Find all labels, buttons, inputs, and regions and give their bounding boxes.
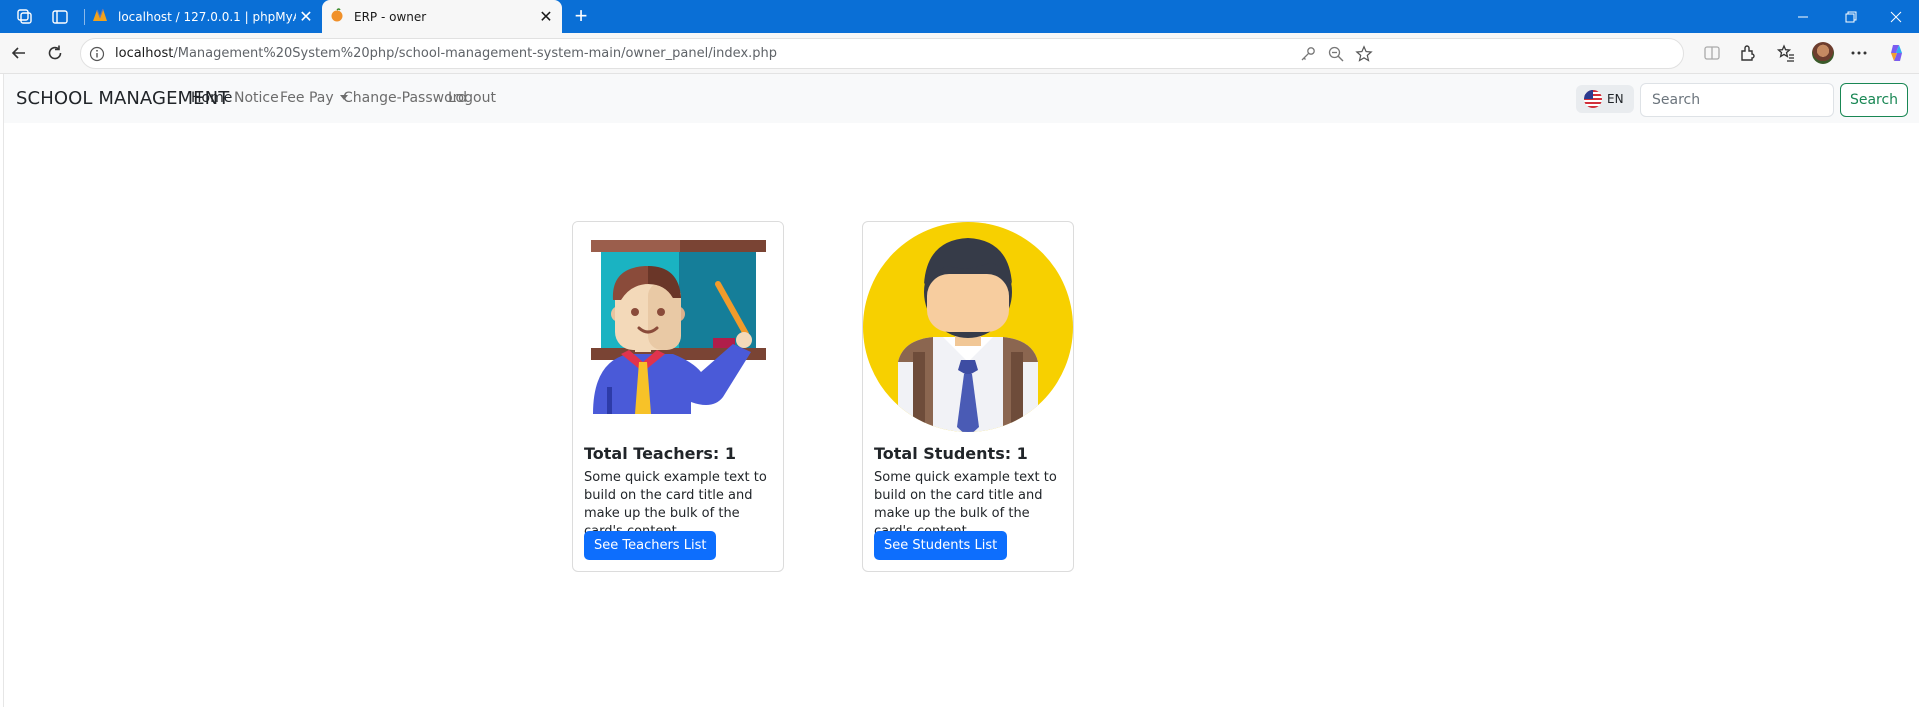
restore-window-icon[interactable] xyxy=(1828,0,1874,33)
copilot-icon[interactable] xyxy=(1887,43,1907,63)
nav-notice[interactable]: Notice xyxy=(234,90,279,106)
url-path: /Management%20System%20php/school-manage… xyxy=(173,46,778,61)
url-host: localhost xyxy=(115,46,174,61)
address-bar[interactable]: localhost/Management%20System%20php/scho… xyxy=(80,38,1684,69)
close-tab-icon[interactable]: ✕ xyxy=(296,7,316,27)
profile-avatar[interactable] xyxy=(1812,42,1834,64)
url-text: localhost/Management%20System%20php/scho… xyxy=(115,46,777,61)
card-title: Total Students: 1 xyxy=(874,444,1028,463)
language-switcher[interactable]: EN xyxy=(1576,85,1634,113)
language-label: EN xyxy=(1607,92,1624,106)
phpmyadmin-favicon-icon xyxy=(92,7,108,26)
refresh-icon[interactable] xyxy=(43,41,67,65)
nav-fee-pay-label: Fee Pay xyxy=(280,90,334,106)
browser-toolbar: localhost/Management%20System%20php/scho… xyxy=(0,33,1919,74)
students-card: Total Students: 1 Some quick example tex… xyxy=(862,221,1074,572)
card-title: Total Teachers: 1 xyxy=(584,444,736,463)
teacher-illustration xyxy=(573,222,783,432)
see-students-list-button[interactable]: See Students List xyxy=(874,531,1008,560)
favorite-star-icon[interactable] xyxy=(1355,45,1373,63)
student-illustration xyxy=(863,222,1073,432)
new-tab-icon[interactable]: + xyxy=(568,3,594,29)
nav-home[interactable]: Home xyxy=(191,90,232,106)
nav-fee-pay[interactable]: Fee Pay xyxy=(280,90,348,106)
erp-favicon-icon xyxy=(330,8,344,25)
more-options-icon[interactable] xyxy=(1849,43,1869,63)
workspaces-icon[interactable] xyxy=(13,6,35,28)
nav-logout[interactable]: Logout xyxy=(448,90,496,106)
search-button[interactable]: Search xyxy=(1840,83,1908,117)
site-info-icon[interactable] xyxy=(89,46,105,62)
tab-phpmyadmin[interactable]: localhost / 127.0.0.1 | phpMyAdmin ✕ xyxy=(84,0,322,33)
back-icon[interactable] xyxy=(7,41,31,65)
key-icon[interactable] xyxy=(1299,45,1317,63)
teachers-card: Total Teachers: 1 Some quick example tex… xyxy=(572,221,784,572)
zoom-icon[interactable] xyxy=(1327,45,1345,63)
close-window-icon[interactable] xyxy=(1873,0,1919,33)
extensions-icon[interactable] xyxy=(1738,43,1758,63)
favorites-icon[interactable] xyxy=(1776,43,1796,63)
close-tab-icon[interactable]: ✕ xyxy=(536,7,556,27)
us-flag-icon xyxy=(1584,90,1602,108)
navbar: SCHOOL MANAGEMENT Home Notice Fee Pay Ch… xyxy=(4,74,1919,123)
tab-title: localhost / 127.0.0.1 | phpMyAdmin xyxy=(118,9,296,24)
tab-erp-owner[interactable]: ERP - owner ✕ xyxy=(322,0,562,33)
see-teachers-list-button[interactable]: See Teachers List xyxy=(584,531,717,560)
split-screen-icon[interactable] xyxy=(1702,43,1722,63)
page-content: SCHOOL MANAGEMENT Home Notice Fee Pay Ch… xyxy=(3,74,1919,707)
minimize-window-icon[interactable] xyxy=(1780,0,1826,33)
tab-title: ERP - owner xyxy=(354,9,427,24)
tab-actions-icon[interactable] xyxy=(49,6,71,28)
browser-tab-strip: localhost / 127.0.0.1 | phpMyAdmin ✕ ERP… xyxy=(0,0,1919,33)
search-input[interactable] xyxy=(1640,83,1834,117)
